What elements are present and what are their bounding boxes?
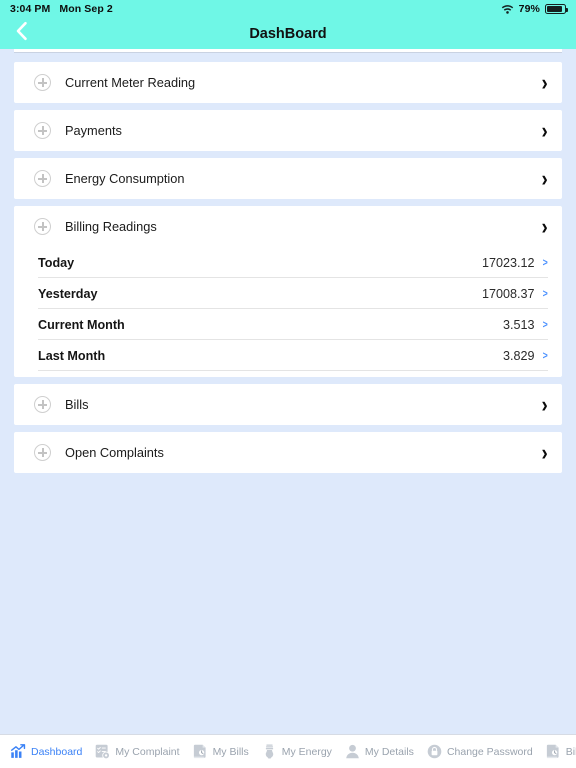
card-header-row[interactable]: Payments › xyxy=(14,110,562,151)
document-clock-icon xyxy=(545,743,562,760)
plus-circle-icon xyxy=(34,396,51,413)
chevron-right-icon[interactable]: > xyxy=(542,288,547,300)
bottom-tab-bar: Dashboard My Complaint My Bills My Energ… xyxy=(0,734,576,768)
wifi-icon xyxy=(501,4,514,14)
tab-change-password[interactable]: Change Password xyxy=(420,735,539,768)
battery-percent: 79% xyxy=(518,3,540,15)
chevron-right-icon[interactable]: › xyxy=(541,441,547,464)
card-label: Billing Readings xyxy=(65,219,157,234)
card-header-row[interactable]: Open Complaints › xyxy=(14,432,562,473)
chevron-left-icon xyxy=(15,21,28,46)
status-date: Mon Sep 2 xyxy=(59,3,113,15)
app-root: 3:04 PM Mon Sep 2 79% DashBoard Current … xyxy=(0,0,576,768)
chevron-right-icon[interactable]: › xyxy=(541,119,547,142)
light-bulb-icon xyxy=(261,743,278,760)
billing-row-value: 3.513 xyxy=(503,317,535,332)
chevron-right-icon[interactable]: > xyxy=(542,257,547,269)
tab-billing-reading[interactable]: Billing Reading xyxy=(539,735,576,768)
billing-row-current-month[interactable]: Current Month 3.513 > xyxy=(14,309,562,340)
tab-label: Dashboard xyxy=(31,745,83,758)
card-bottom-padding xyxy=(14,371,562,377)
billing-row-yesterday[interactable]: Yesterday 17008.37 > xyxy=(14,278,562,309)
tab-label: Billing Reading xyxy=(565,745,576,758)
card-payments[interactable]: Payments › xyxy=(14,110,562,151)
tab-my-bills[interactable]: My Bills xyxy=(186,735,255,768)
chevron-right-icon[interactable]: › xyxy=(541,393,547,416)
plus-circle-icon xyxy=(34,122,51,139)
card-label: Energy Consumption xyxy=(65,171,185,186)
card-bills[interactable]: Bills › xyxy=(14,384,562,425)
chevron-right-icon[interactable]: > xyxy=(542,319,547,331)
tab-my-details[interactable]: My Details xyxy=(338,735,420,768)
card-header-row[interactable]: Energy Consumption › xyxy=(14,158,562,199)
chevron-right-icon[interactable]: > xyxy=(542,350,547,362)
card-label: Open Complaints xyxy=(65,445,164,460)
chevron-right-icon[interactable]: › xyxy=(541,167,547,190)
partial-card-above xyxy=(14,49,562,53)
plus-circle-icon xyxy=(34,74,51,91)
card-label: Current Meter Reading xyxy=(65,75,196,90)
billing-row-label: Today xyxy=(38,255,75,270)
card-label: Bills xyxy=(65,397,89,412)
tab-my-energy[interactable]: My Energy xyxy=(255,735,338,768)
plus-circle-icon xyxy=(34,218,51,235)
tab-label: My Energy xyxy=(281,745,332,758)
page-title: DashBoard xyxy=(249,25,327,42)
card-header-row[interactable]: Current Meter Reading › xyxy=(14,62,562,103)
card-open-complaints[interactable]: Open Complaints › xyxy=(14,432,562,473)
plus-circle-icon xyxy=(34,444,51,461)
tab-label: My Complaint xyxy=(115,745,180,758)
chevron-right-icon[interactable]: › xyxy=(541,71,547,94)
card-header-row[interactable]: Bills › xyxy=(14,384,562,425)
status-time: 3:04 PM xyxy=(10,3,51,15)
card-label: Payments xyxy=(65,123,122,138)
lock-icon xyxy=(426,743,443,760)
checklist-gear-icon xyxy=(94,743,111,760)
person-icon xyxy=(344,743,361,760)
status-bar-right: 79% xyxy=(501,3,569,15)
billing-row-today[interactable]: Today 17023.12 > xyxy=(14,247,562,278)
card-header-row[interactable]: Billing Readings › xyxy=(14,206,562,247)
billing-row-label: Last Month xyxy=(38,348,106,363)
plus-circle-icon xyxy=(34,170,51,187)
chart-bar-icon xyxy=(10,743,27,760)
card-energy-consumption[interactable]: Energy Consumption › xyxy=(14,158,562,199)
document-clock-icon xyxy=(192,743,209,760)
scroll-content[interactable]: Current Meter Reading › Payments › Energ… xyxy=(0,49,576,734)
billing-row-value: 17008.37 xyxy=(482,286,535,301)
battery-icon xyxy=(545,4,569,14)
card-billing-readings[interactable]: Billing Readings › Today 17023.12 > Yest… xyxy=(14,206,562,377)
back-button[interactable] xyxy=(4,18,38,49)
billing-row-value: 3.829 xyxy=(503,348,535,363)
tab-dashboard[interactable]: Dashboard xyxy=(4,735,88,768)
tab-label: Change Password xyxy=(446,745,533,758)
status-bar-left: 3:04 PM Mon Sep 2 xyxy=(10,3,113,15)
billing-row-label: Current Month xyxy=(38,317,125,332)
tab-label: My Bills xyxy=(212,745,249,758)
nav-header: DashBoard xyxy=(0,18,576,49)
tab-label: My Details xyxy=(364,745,414,758)
status-bar: 3:04 PM Mon Sep 2 79% xyxy=(0,0,576,18)
billing-row-last-month[interactable]: Last Month 3.829 > xyxy=(14,340,562,371)
billing-row-value: 17023.12 xyxy=(482,255,535,270)
card-current-meter-reading[interactable]: Current Meter Reading › xyxy=(14,62,562,103)
tab-my-complaint[interactable]: My Complaint xyxy=(88,735,185,768)
billing-row-label: Yesterday xyxy=(38,286,98,301)
chevron-right-icon[interactable]: › xyxy=(541,215,547,238)
